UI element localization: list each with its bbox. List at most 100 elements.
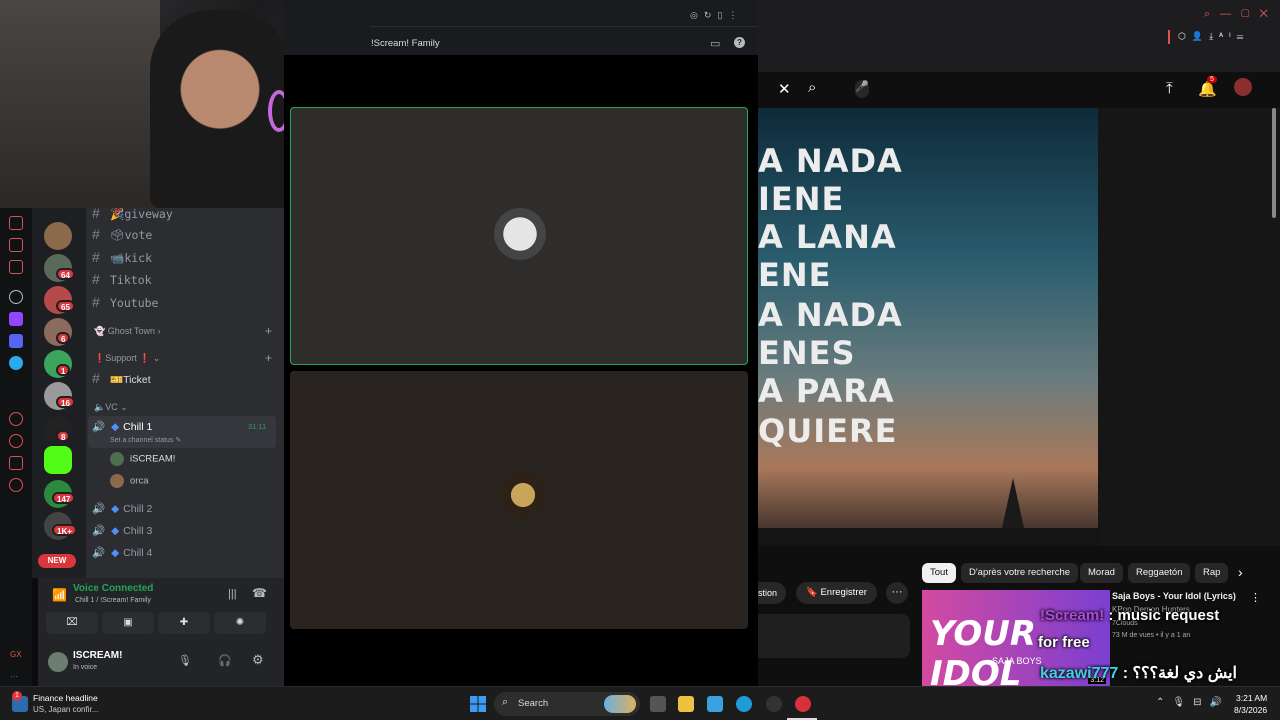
kebab-menu-icon[interactable]: ⋮ — [1250, 591, 1261, 604]
server-icon[interactable] — [44, 222, 72, 250]
voice-channel-chill3[interactable]: 🔊 ◆ Chill 3 — [92, 524, 152, 537]
chip-related[interactable]: D'après votre recherche — [961, 563, 1079, 583]
channel-item-ticket[interactable]: # 🎫Ticket — [92, 370, 151, 386]
twitch-icon[interactable] — [9, 312, 23, 326]
gear-icon[interactable]: ⚙ — [252, 652, 264, 668]
kick-server-icon[interactable] — [44, 446, 72, 474]
voice-user[interactable]: iSCREAM! — [110, 452, 175, 466]
speaker-icon: 🔊 — [92, 547, 106, 559]
news-title[interactable]: Finance headline — [33, 693, 98, 703]
youtube-header: ✕ ⌕ 🎤 ⤒ 🔔 5 — [758, 72, 1280, 108]
recommendation-meta: 73 M de vues • il y a 1 an — [1112, 632, 1191, 639]
channel-item[interactable]: # Youtube — [92, 294, 158, 310]
history-icon[interactable] — [9, 434, 23, 448]
voice-user[interactable]: orca — [110, 474, 148, 488]
chip-rap[interactable]: Rap — [1195, 563, 1229, 583]
server-badge: 6 — [56, 332, 71, 344]
more-icon[interactable]: ··· — [10, 672, 18, 681]
participant-tile[interactable] — [290, 371, 748, 629]
channel-item[interactable]: # 🎉giveway — [92, 208, 173, 221]
category-vc[interactable]: 🔈VC ⌄ — [94, 402, 128, 413]
webcam-shelf — [0, 0, 160, 208]
user-name[interactable]: ISCREAM! — [73, 650, 122, 661]
scrollbar[interactable] — [1272, 108, 1276, 218]
chevron-right-icon[interactable]: › — [1238, 564, 1243, 580]
camera-off-button[interactable]: ⌧ — [46, 612, 98, 634]
avatar[interactable] — [1234, 78, 1252, 96]
diamond-icon: ◆ — [111, 525, 120, 537]
category-ghost-town[interactable]: 👻 Ghost Town › — [94, 326, 161, 337]
clock-date[interactable]: 8/3/2026 — [1234, 705, 1267, 715]
screen-share-button[interactable]: ▣ — [102, 612, 154, 634]
sidebar-app-icon[interactable] — [9, 238, 23, 252]
task-view-icon[interactable] — [650, 696, 666, 712]
taskbar-search[interactable]: ⌕ Search — [494, 692, 640, 716]
question-button[interactable]: stion — [758, 582, 786, 604]
clock-time[interactable]: 3:21 AM — [1236, 693, 1267, 703]
settings-icon[interactable] — [9, 478, 23, 492]
save-button[interactable]: 🔖 Enregistrer — [796, 582, 877, 604]
microphone-icon[interactable]: 🎙 — [178, 654, 192, 667]
edge-icon[interactable] — [736, 696, 752, 712]
activities-button[interactable]: ✚ — [158, 612, 210, 634]
file-explorer-icon[interactable] — [678, 696, 694, 712]
channel-item[interactable]: # 🗳vote — [92, 226, 152, 242]
disconnect-icon[interactable]: ☎ — [252, 586, 267, 600]
notification-count: 5 — [1207, 76, 1217, 83]
chat-overlay-tail: for free — [1038, 634, 1090, 651]
close-icon[interactable]: ✕ — [778, 80, 791, 98]
participant-tile-speaking[interactable] — [290, 107, 748, 365]
opera-gx-icon[interactable] — [795, 696, 811, 712]
discord-icon[interactable] — [9, 334, 23, 348]
browser-sidebar — [0, 208, 32, 686]
chip-reggaeton[interactable]: Reggaetón — [1128, 563, 1191, 583]
system-tray-icons[interactable]: ⌃🎙⊟🔊 — [1156, 697, 1230, 708]
window-controls[interactable]: ◎↻▯⋮ — [690, 10, 743, 21]
video-player[interactable]: A NADA IENE A LANA ENE A NADA ENES A PAR… — [758, 108, 1098, 546]
store-icon[interactable] — [707, 696, 723, 712]
app-icon[interactable] — [766, 696, 782, 712]
news-subtitle[interactable]: US, Japan confir... — [33, 705, 98, 714]
more-actions-icon[interactable]: ··· — [886, 582, 908, 604]
voice-channel-name: Chill 1 — [123, 421, 153, 433]
inbox-icon[interactable]: ▭ — [710, 37, 720, 50]
help-icon[interactable]: ? — [734, 37, 745, 48]
category-support[interactable]: ❗Support ❗ ⌄ — [94, 353, 160, 364]
voice-location[interactable]: Chill 1 / !Scream! Family — [75, 597, 151, 604]
channel-status-hint[interactable]: Set a channel status ✎ — [110, 436, 181, 444]
voice-search-icon[interactable]: 🎤 — [855, 80, 869, 98]
comment-box[interactable] — [758, 614, 910, 658]
channel-item[interactable]: # Tiktok — [92, 271, 152, 287]
sidebar-app-icon[interactable] — [9, 412, 23, 426]
soundboard-icon[interactable]: ||| — [228, 588, 237, 600]
sidebar-app-icon[interactable] — [9, 216, 23, 230]
voice-channel-chill4[interactable]: 🔊 ◆ Chill 4 — [92, 546, 152, 559]
telegram-icon[interactable] — [9, 356, 23, 370]
chip-morad[interactable]: Morad — [1080, 563, 1123, 583]
browser-window-controls[interactable]: ⌕—▢✕ — [1204, 8, 1278, 21]
headphones-icon[interactable]: 🎧 — [218, 654, 232, 667]
avatar[interactable] — [48, 652, 68, 672]
chip-all[interactable]: Tout — [922, 563, 956, 583]
voice-channel-chill2[interactable]: 🔊 ◆ Chill 2 — [92, 502, 152, 515]
diamond-icon: ◆ — [111, 547, 120, 559]
sidebar-app-icon[interactable] — [9, 456, 23, 470]
voice-connected-label[interactable]: Voice Connected — [73, 583, 153, 594]
soundboard-button[interactable]: ✺ — [214, 612, 266, 634]
voice-user-name: iSCREAM! — [130, 453, 176, 465]
recommendation-title[interactable]: Saja Boys - Your Idol (Lyrics) — [1112, 591, 1252, 601]
sidebar-app-icon[interactable]: GX — [10, 650, 22, 659]
server-list: 64 65 6 1 16 8 147 1K+ — [32, 208, 86, 578]
sidebar-app-icon[interactable] — [9, 260, 23, 274]
server-badge: 16 — [56, 396, 75, 408]
add-channel-icon[interactable]: + — [265, 324, 272, 338]
upload-icon[interactable]: ⤒ — [1166, 80, 1173, 97]
channel-item[interactable]: # 📹kick — [92, 249, 152, 265]
voice-channel-chill1[interactable]: 🔊 ◆ Chill 1 — [92, 420, 152, 433]
windows-start-icon[interactable] — [470, 696, 486, 712]
search-icon[interactable]: ⌕ — [808, 79, 816, 96]
add-channel-icon[interactable]: + — [265, 351, 272, 365]
chatgpt-icon[interactable] — [9, 290, 23, 304]
user-bar: ISCREAM! In voice 🎙 🎧 ⚙ — [38, 646, 284, 686]
browser-toolbar-icons[interactable]: ⬡👤⤓ᴬᴵ☰ — [1178, 31, 1249, 42]
